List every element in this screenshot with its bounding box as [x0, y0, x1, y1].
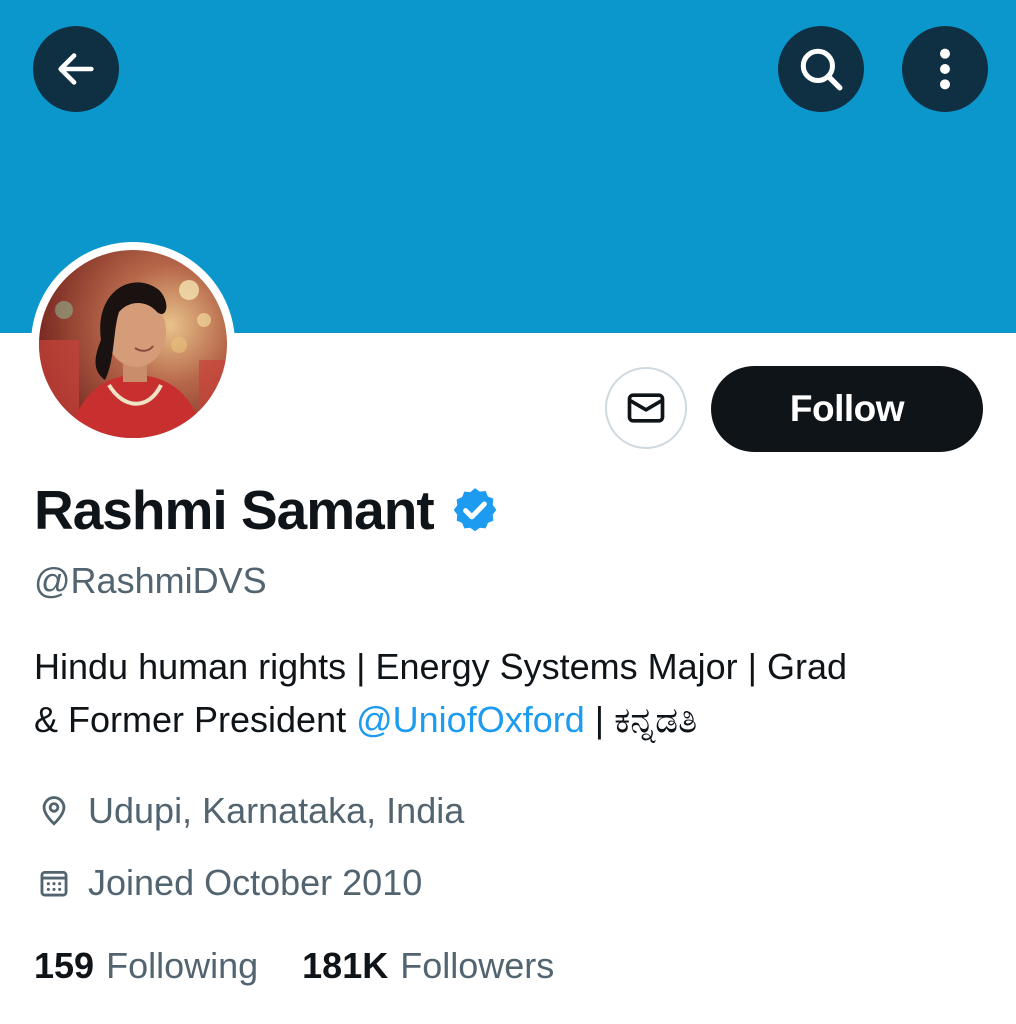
profile-page: Follow Rashmi Samant @RashmiDVS Hindu hu…: [0, 0, 1016, 1024]
avatar-photo: [39, 250, 227, 438]
search-button[interactable]: [778, 26, 864, 112]
profile-name-row: Rashmi Samant: [34, 478, 500, 542]
profile-bio: Hindu human rights | Energy Systems Majo…: [34, 640, 984, 746]
joined-row: Joined October 2010: [34, 862, 422, 904]
location-pin-icon: [34, 791, 74, 831]
bio-line: & Former President @UniofOxford | ಕನ್ನಡತ…: [34, 693, 984, 746]
envelope-icon: [627, 393, 665, 423]
location-text: Udupi, Karnataka, India: [88, 790, 465, 831]
more-vertical-icon: [940, 48, 950, 90]
back-button[interactable]: [33, 26, 119, 112]
location-row: Udupi, Karnataka, India: [34, 790, 464, 832]
user-handle: @RashmiDVS: [34, 560, 267, 601]
bio-text: | ಕನ್ನಡತಿ: [584, 699, 698, 740]
following-link[interactable]: 159 Following: [34, 945, 258, 987]
bio-line: Hindu human rights | Energy Systems Majo…: [34, 646, 848, 687]
bio-mention-link[interactable]: @UniofOxford: [356, 699, 585, 740]
more-options-button[interactable]: [902, 26, 988, 112]
search-icon: [800, 48, 843, 91]
followers-label: Followers: [400, 945, 555, 986]
display-name: Rashmi Samant: [34, 479, 435, 541]
following-label: Following: [106, 945, 259, 986]
calendar-icon: [34, 863, 74, 903]
followers-count: 181K: [302, 945, 389, 986]
bio-text: & Former President: [34, 699, 357, 740]
follow-button[interactable]: Follow: [711, 366, 983, 452]
verified-badge-icon[interactable]: [450, 485, 500, 535]
follow-stats: 159 Following 181K Followers: [34, 945, 554, 987]
message-button[interactable]: [605, 367, 687, 449]
following-count: 159: [34, 945, 95, 986]
joined-text: Joined October 2010: [88, 862, 423, 903]
followers-link[interactable]: 181K Followers: [302, 945, 554, 987]
arrow-left-icon: [58, 53, 94, 85]
avatar[interactable]: [31, 242, 235, 446]
